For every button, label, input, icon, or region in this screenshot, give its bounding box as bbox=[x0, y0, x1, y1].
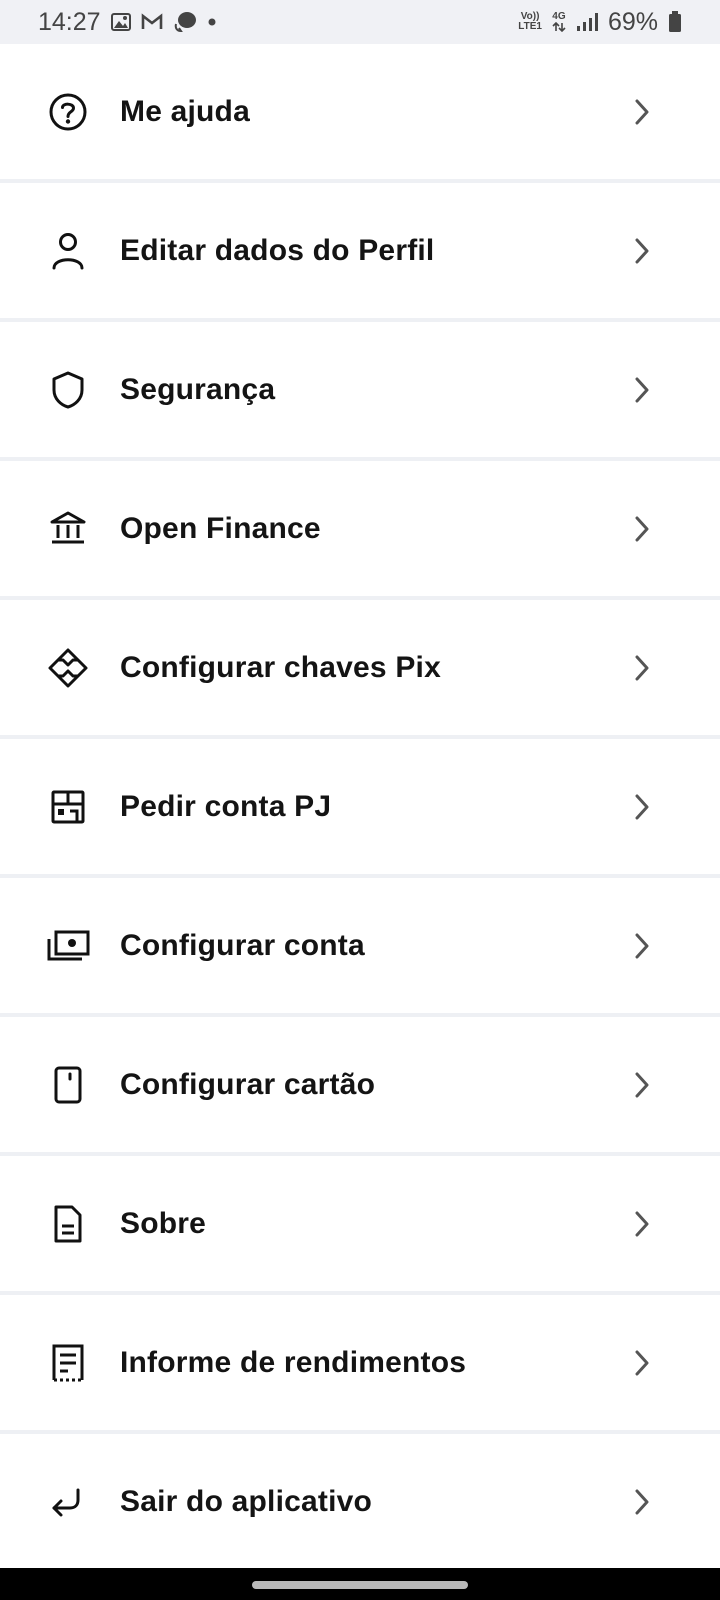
menu-item-label: Editar dados do Perfil bbox=[120, 233, 435, 267]
menu-item-label: Pedir conta PJ bbox=[120, 789, 332, 823]
menu-item-open-finance[interactable]: Open Finance bbox=[0, 461, 720, 600]
menu-item-label: Configurar conta bbox=[120, 928, 365, 962]
bank-icon bbox=[46, 507, 90, 551]
menu-item-sair-do-aplicativo[interactable]: Sair do aplicativo bbox=[0, 1434, 720, 1573]
chevron-right-icon bbox=[632, 1209, 652, 1239]
home-gesture-handle[interactable] bbox=[252, 1581, 468, 1589]
chevron-right-icon bbox=[632, 97, 652, 127]
money-icon bbox=[46, 924, 90, 968]
signal-icon bbox=[576, 12, 598, 32]
receipt-icon bbox=[46, 1341, 90, 1385]
menu-item-label: Segurança bbox=[120, 372, 276, 406]
menu-item-sobre[interactable]: Sobre bbox=[0, 1156, 720, 1295]
chevron-right-icon bbox=[632, 236, 652, 266]
notification-dot-icon bbox=[207, 17, 217, 27]
menu-item-informe-de-rendimentos[interactable]: Informe de rendimentos bbox=[0, 1295, 720, 1434]
card-icon bbox=[46, 1063, 90, 1107]
chevron-right-icon bbox=[632, 1487, 652, 1517]
settings-menu: Me ajuda Editar dados do Perfil Seguranç… bbox=[0, 44, 720, 1573]
menu-item-label: Open Finance bbox=[120, 511, 321, 545]
chevron-right-icon bbox=[632, 1348, 652, 1378]
menu-item-label: Sobre bbox=[120, 1206, 207, 1240]
menu-item-editar-dados-do-perfil[interactable]: Editar dados do Perfil bbox=[0, 183, 720, 322]
menu-item-label: Configurar chaves Pix bbox=[120, 650, 441, 684]
chevron-right-icon bbox=[632, 792, 652, 822]
chevron-right-icon bbox=[632, 653, 652, 683]
help-circle-icon bbox=[46, 90, 90, 134]
menu-item-label: Configurar cartão bbox=[120, 1067, 376, 1101]
battery-percent: 69% bbox=[607, 7, 658, 36]
chevron-right-icon bbox=[632, 931, 652, 961]
menu-item-label: Me ajuda bbox=[120, 94, 250, 128]
chevron-right-icon bbox=[632, 375, 652, 405]
menu-item-seguranca[interactable]: Segurança bbox=[0, 322, 720, 461]
logout-icon bbox=[46, 1480, 90, 1524]
document-icon bbox=[46, 1202, 90, 1246]
chevron-right-icon bbox=[632, 514, 652, 544]
chat-bubble-icon bbox=[173, 11, 197, 33]
status-bar: 14:27 Vo)) LTE1 4G 69% bbox=[0, 0, 720, 44]
menu-item-configurar-cartao[interactable]: Configurar cartão bbox=[0, 1017, 720, 1156]
volte-indicator: Vo)) LTE1 bbox=[518, 11, 542, 32]
menu-item-label: Sair do aplicativo bbox=[120, 1484, 373, 1518]
pix-icon bbox=[46, 646, 90, 690]
gallery-icon bbox=[110, 13, 131, 31]
battery-icon bbox=[668, 11, 682, 33]
clock: 14:27 bbox=[38, 7, 101, 36]
data-type-indicator: 4G bbox=[552, 12, 566, 32]
gmail-icon bbox=[141, 13, 163, 31]
store-icon bbox=[46, 785, 90, 829]
menu-item-configurar-conta[interactable]: Configurar conta bbox=[0, 878, 720, 1017]
menu-item-me-ajuda[interactable]: Me ajuda bbox=[0, 44, 720, 183]
system-navigation-bar bbox=[0, 1568, 720, 1600]
menu-item-pedir-conta-pj[interactable]: Pedir conta PJ bbox=[0, 739, 720, 878]
user-icon bbox=[46, 229, 90, 273]
chevron-right-icon bbox=[632, 1070, 652, 1100]
menu-item-label: Informe de rendimentos bbox=[120, 1345, 467, 1379]
shield-icon bbox=[46, 368, 90, 412]
menu-item-configurar-chaves-pix[interactable]: Configurar chaves Pix bbox=[0, 600, 720, 739]
